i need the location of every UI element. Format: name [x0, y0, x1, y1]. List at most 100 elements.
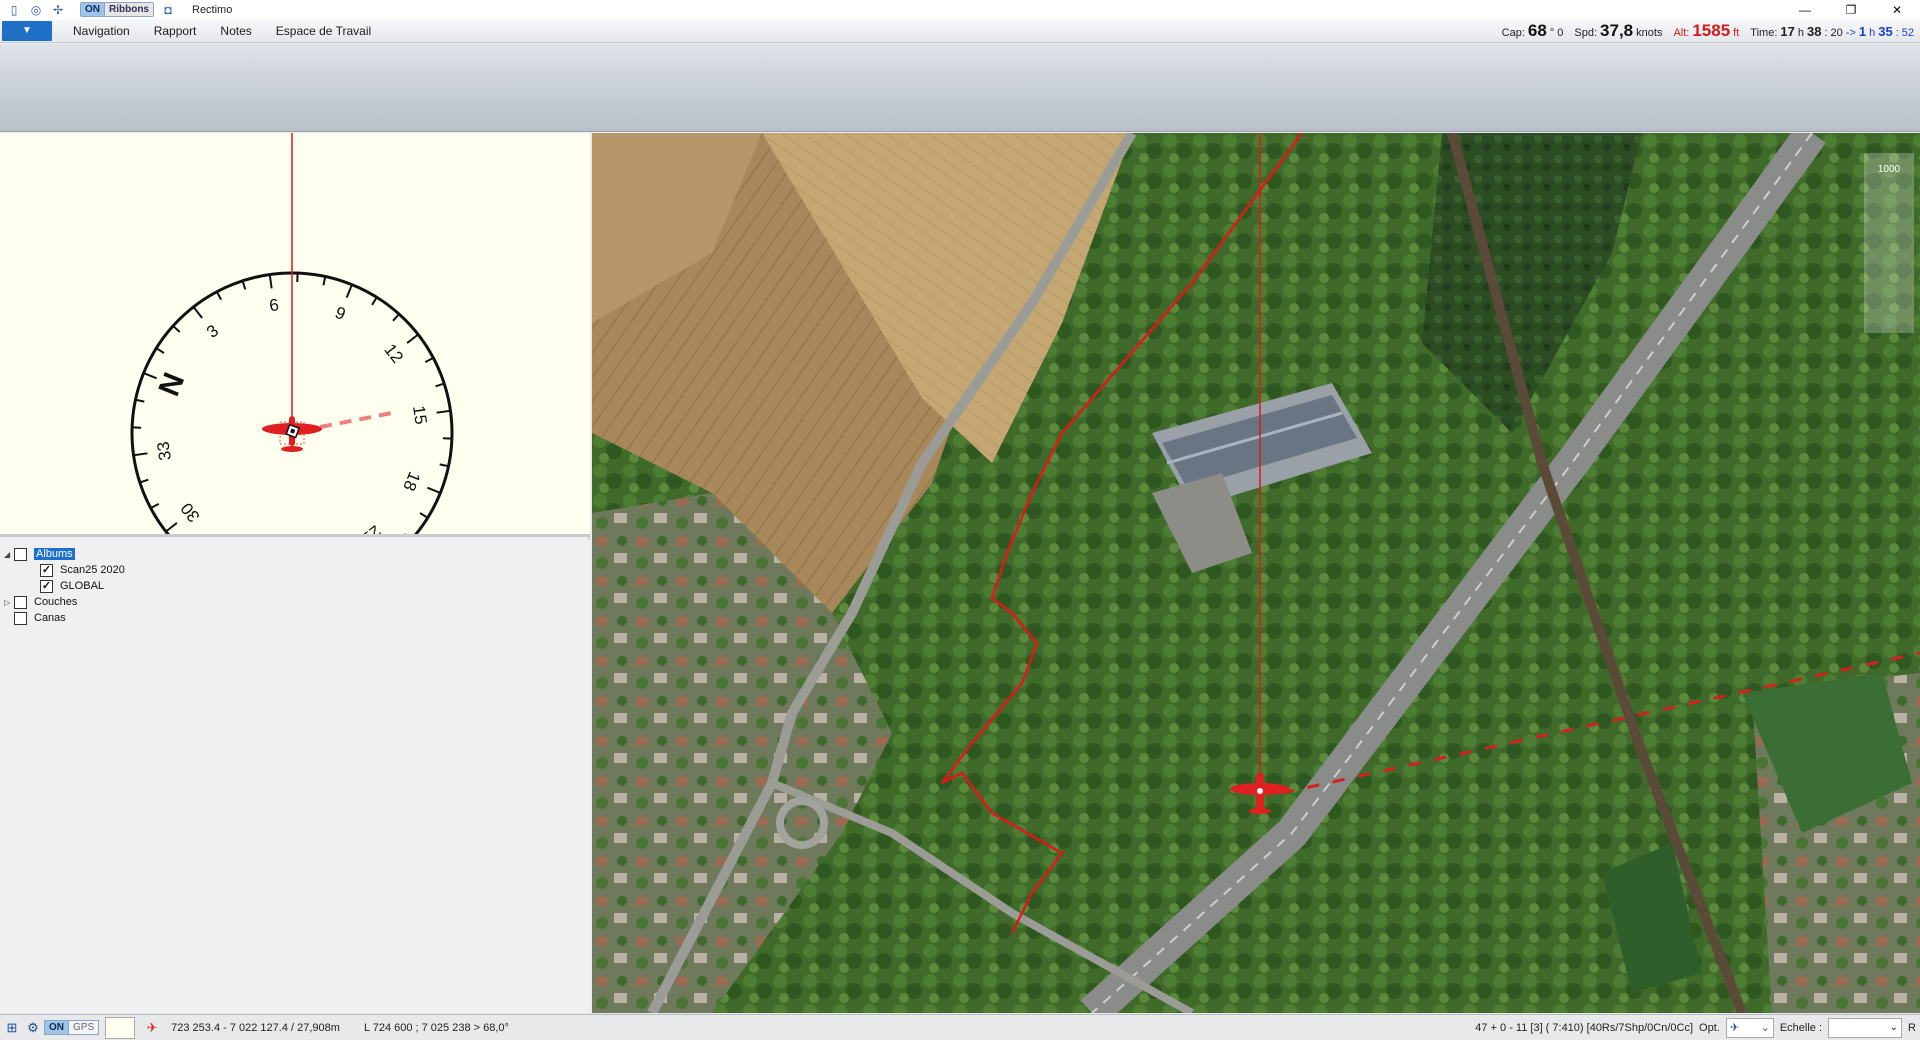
opt-label: Opt. — [1699, 1021, 1720, 1034]
window-controls: — ❐ ✕ — [1782, 0, 1920, 19]
tree-item-global[interactable]: GLOBAL — [40, 578, 104, 594]
lambert-coords: L 724 600 ; 7 025 238 > 68,0° — [363, 1021, 509, 1034]
compass-tick — [426, 486, 441, 494]
tiles-info: 47 + 0 - 11 [3] ( 7:410) [40Rs/7Shp/0Cn/… — [1475, 1021, 1694, 1034]
compass-label: 33 — [154, 440, 175, 461]
tree-item-label[interactable]: Couches — [34, 596, 77, 608]
heading-indicator — [319, 411, 393, 429]
spd-unit: knots — [1636, 26, 1663, 39]
map-view[interactable]: 1000 — [592, 133, 1920, 1013]
echelle-label: Echelle : — [1779, 1021, 1823, 1034]
compass-rose: N3691215182124273033 — [130, 133, 454, 534]
square-icon[interactable]: ◘ — [160, 2, 176, 18]
ribbons-toggle[interactable]: ON Ribbons — [80, 2, 154, 17]
compass-north-label: N — [152, 368, 191, 400]
tree-item-couches[interactable]: ▷ Couches — [4, 594, 77, 610]
propeller-icon[interactable]: ✢ — [50, 2, 66, 18]
global-checkbox[interactable] — [40, 579, 53, 593]
menu-navigation[interactable]: Navigation — [70, 22, 133, 40]
aircraft-icon — [262, 416, 322, 452]
compass-tick — [192, 306, 203, 319]
spd-label: Spd: — [1574, 26, 1598, 39]
collapse-icon[interactable]: ▷ — [4, 598, 14, 607]
eta-arrow: -> — [1845, 26, 1856, 39]
plane-icon: ✈ — [1729, 1022, 1740, 1034]
compass-tick — [143, 372, 158, 380]
tree-item-label[interactable]: GLOBAL — [60, 580, 104, 592]
cap-unit: ° 0 — [1549, 26, 1564, 39]
zoom-slider[interactable]: 1000 — [1864, 153, 1914, 333]
cap-value: 68 — [1527, 20, 1547, 40]
canas-checkbox[interactable] — [14, 611, 27, 625]
tree-item-scan25-2020[interactable]: Scan25 2020 — [40, 562, 125, 578]
compass-label: 15 — [409, 404, 430, 425]
compass-tick — [406, 333, 419, 344]
alt-unit: ft — [1733, 26, 1740, 39]
ribbons-toggle-on[interactable]: ON — [81, 3, 104, 16]
cap-label: Cap: — [1501, 26, 1525, 39]
compass-label: 12 — [380, 340, 407, 367]
albums-checkbox[interactable] — [14, 547, 27, 561]
menu-rapport[interactable]: Rapport — [151, 22, 200, 40]
color-swatch[interactable] — [105, 1016, 136, 1039]
time-hours: 17 — [1780, 23, 1795, 39]
compass-tick — [436, 409, 451, 414]
alt-label: Alt: — [1673, 26, 1690, 39]
compass-label: 30 — [177, 499, 204, 526]
gps-toggle-label[interactable]: GPS — [68, 1021, 99, 1034]
title-bar: ▯ ◎ ✢ ON Ribbons ◘ Rectimo — ❐ ✕ — [0, 0, 1920, 19]
eta-hours-sep: h — [1869, 26, 1876, 39]
compass-tick — [165, 522, 178, 533]
compass-tick — [345, 284, 353, 299]
eta-hours: 1 — [1858, 23, 1867, 39]
settings-location-icon[interactable]: ⚙ — [24, 1019, 42, 1037]
app-title: Rectimo — [192, 3, 233, 16]
aerial-map[interactable]: 1000 — [592, 133, 1920, 1013]
aircraft-icon: ✈ — [146, 1019, 158, 1035]
eta-seconds: 52 — [1901, 26, 1914, 39]
tree-item-label[interactable]: Albums — [34, 548, 75, 560]
gps-toggle-on[interactable]: ON — [45, 1021, 68, 1034]
menu-notes[interactable]: Notes — [217, 22, 254, 40]
echelle-dropdown[interactable]: ⌄ — [1828, 1017, 1903, 1038]
gps-toggle[interactable]: ON GPS — [44, 1020, 100, 1035]
tree-icon[interactable]: ⊞ — [3, 1019, 21, 1037]
layers-tree: ◢ Albums Scan25 2020 GLOBAL ▷ Couches Ca… — [0, 540, 590, 1013]
position-coords: 723 253.4 - 7 022 127.4 / 27,908m — [171, 1021, 340, 1034]
menu-espace-de-travail[interactable]: Espace de Travail — [273, 22, 374, 40]
compass-label: 9 — [332, 303, 348, 324]
compass-label: 18 — [399, 469, 424, 494]
time-hours-sep: h — [1797, 26, 1804, 39]
couches-checkbox[interactable] — [14, 595, 27, 609]
close-button[interactable]: ✕ — [1874, 0, 1920, 19]
expand-icon[interactable]: ◢ — [4, 550, 14, 559]
status-bar: ⊞ ⚙ ON GPS ✈ 723 253.4 - 7 022 127.4 / 2… — [0, 1014, 1920, 1040]
compass-tick — [404, 533, 406, 534]
tree-item-canas[interactable]: Canas — [14, 610, 66, 626]
scan25-checkbox[interactable] — [40, 563, 53, 577]
ribbon-area — [0, 44, 1920, 132]
tree-item-label[interactable]: Scan25 2020 — [60, 564, 125, 576]
application-menu-button[interactable]: ▼ — [2, 20, 52, 41]
compass-label: 3 — [203, 321, 222, 342]
tree-item-label[interactable]: Canas — [34, 612, 66, 624]
compass-panel: N3691215182124273033 — [0, 133, 590, 537]
time-label: Time: — [1750, 26, 1778, 39]
eta-minutes: 35 — [1878, 23, 1893, 39]
compass-label: 6 — [268, 295, 280, 315]
status-right: 47 + 0 - 11 [3] ( 7:410) [40Rs/7Shp/0Cn/… — [1475, 1017, 1920, 1038]
ribbons-toggle-label[interactable]: Ribbons — [104, 3, 153, 16]
menu-bar: ▼ Navigation Rapport Notes Espace de Tra… — [0, 19, 1920, 43]
restore-button[interactable]: ❐ — [1828, 0, 1874, 19]
window-menu-icon[interactable]: ▯ — [6, 2, 22, 18]
zoom-scale-label: 1000 — [1878, 164, 1901, 175]
minimize-button[interactable]: — — [1782, 0, 1828, 19]
tree-item-albums[interactable]: ◢ Albums — [4, 546, 75, 562]
chevron-down-icon: ⌄ — [1760, 1022, 1770, 1034]
compass-tick — [268, 274, 273, 289]
globe-icon[interactable]: ◎ — [28, 2, 44, 18]
time-minutes: 38 — [1806, 23, 1822, 39]
opt-dropdown[interactable]: ✈ ⌄ — [1725, 1017, 1774, 1038]
alt-value: 1585 — [1692, 20, 1731, 40]
spd-value: 37,8 — [1600, 20, 1634, 40]
